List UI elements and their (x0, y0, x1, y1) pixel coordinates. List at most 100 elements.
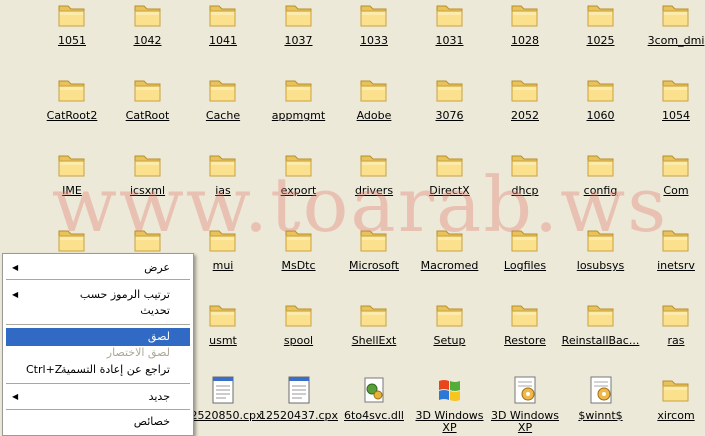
file-label: DirectX (429, 184, 470, 197)
folder-2052[interactable]: 2052 (489, 75, 561, 135)
folder-mui[interactable]: mui (187, 225, 259, 285)
folder-1025[interactable]: 1025 (565, 0, 637, 60)
folder-1033[interactable]: 1033 (338, 0, 410, 60)
folder-1041[interactable]: 1041 (187, 0, 259, 60)
folder-1054[interactable]: 1054 (640, 75, 705, 135)
folder-icon (585, 75, 617, 105)
file-3d-windows-xp[interactable]: 3D Windows XP (489, 375, 561, 435)
document-icon (283, 375, 315, 405)
folder-icon (207, 300, 239, 330)
folder-ime[interactable]: IME (36, 150, 108, 210)
folder-icon (358, 150, 390, 180)
folder-icon (283, 150, 315, 180)
winxp-icon (434, 375, 466, 405)
file-label: 6to4svc.dll (344, 409, 404, 422)
file-label: 1051 (58, 34, 86, 47)
menu-item-3[interactable]: تحديث (6, 302, 190, 320)
folder-1042[interactable]: 1042 (112, 0, 184, 60)
context-menu[interactable]: عرض ◀ ترتيب الرموز حسب ◀ تحديث لصق لصق الاختصا… (2, 253, 194, 436)
file-label: Macromed (420, 259, 479, 272)
folder-icon (660, 375, 692, 405)
menu-item-11[interactable]: خصائص (6, 413, 190, 431)
file-label: appmgmt (271, 109, 326, 122)
folder-icon (283, 225, 315, 255)
folder-com[interactable]: Com (640, 150, 705, 210)
file-3d-windows-xp[interactable]: 3D Windows XP (414, 375, 486, 435)
folder-restore[interactable]: Restore (489, 300, 561, 360)
folder-icon (509, 0, 541, 30)
menu-item-label: لصق الاختصار (106, 346, 170, 359)
file-label: Microsoft (348, 259, 400, 272)
folder-catroot2[interactable]: CatRoot2 (36, 75, 108, 135)
folder-export[interactable]: export (263, 150, 335, 210)
file-label: IME (62, 184, 82, 197)
folder-logfiles[interactable]: Logfiles (489, 225, 561, 285)
folder-ias[interactable]: ias (187, 150, 259, 210)
folder-1028[interactable]: 1028 (489, 0, 561, 60)
folder-icon (283, 75, 315, 105)
file-label: losubsys (576, 259, 625, 272)
folder-adobe[interactable]: Adobe (338, 75, 410, 135)
folder-msdtc[interactable]: MsDtc (263, 225, 335, 285)
menu-item-7[interactable]: تراجع عن إعادة التسمية Ctrl+Z (6, 361, 190, 379)
folder-dhcp[interactable]: dhcp (489, 150, 561, 210)
folder-directx[interactable]: DirectX (414, 150, 486, 210)
folder-icon (660, 225, 692, 255)
folder-1060[interactable]: 1060 (565, 75, 637, 135)
folder-icsxml[interactable]: icsxml (112, 150, 184, 210)
file-6to4svc-dll[interactable]: 6to4svc.dll (338, 375, 410, 435)
folder-3com-dmi[interactable]: 3com_dmi (640, 0, 705, 60)
folder-icon (509, 150, 541, 180)
folder-icon (132, 75, 164, 105)
folder-icon (56, 150, 88, 180)
menu-item-9[interactable]: جديد ◀ (6, 388, 190, 406)
folder-icon (283, 0, 315, 30)
file-label: 3076 (435, 109, 464, 122)
menu-separator (6, 279, 190, 280)
folder-catroot[interactable]: CatRoot (112, 75, 184, 135)
folder-losubsys[interactable]: losubsys (565, 225, 637, 285)
menu-item-label: جديد (148, 390, 170, 403)
folder-icon (585, 225, 617, 255)
file-label: Com (663, 184, 689, 197)
folder-config[interactable]: config (565, 150, 637, 210)
folder-icon (434, 225, 466, 255)
file-label: CatRoot2 (46, 109, 98, 122)
folder-reinstallbac[interactable]: ReinstallBac... (562, 300, 639, 360)
file-label: icsxml (129, 184, 166, 197)
file-label: Cache (205, 109, 241, 122)
folder-ras[interactable]: ras (640, 300, 705, 360)
submenu-arrow-icon: ◀ (12, 263, 19, 272)
folder-inetsrv[interactable]: inetsrv (640, 225, 705, 285)
folder-setup[interactable]: Setup (414, 300, 486, 360)
menu-separator (6, 409, 190, 410)
folder-macromed[interactable]: Macromed (414, 225, 486, 285)
folder-drivers[interactable]: drivers (338, 150, 410, 210)
file-12520850-cpx[interactable]: 12520850.cpx (183, 375, 263, 435)
file-label: dhcp (511, 184, 539, 197)
folder-cache[interactable]: Cache (187, 75, 259, 135)
folder-microsoft[interactable]: Microsoft (338, 225, 410, 285)
folder-icon (585, 150, 617, 180)
file-label: 1042 (133, 34, 162, 47)
folder-icon (509, 225, 541, 255)
folder-1051[interactable]: 1051 (36, 0, 108, 60)
folder-1037[interactable]: 1037 (263, 0, 335, 60)
folder-1031[interactable]: 1031 (414, 0, 486, 60)
folder-icon (585, 0, 617, 30)
menu-item-label: تراجع عن إعادة التسمية (60, 363, 170, 376)
menu-item-0[interactable]: عرض ◀ (6, 259, 190, 277)
file-label: drivers (354, 184, 394, 197)
folder-shellext[interactable]: ShellExt (338, 300, 410, 360)
file-label: Adobe (356, 109, 392, 122)
menu-item-label: ترتيب الرموز حسب (79, 288, 170, 301)
folder-appmgmt[interactable]: appmgmt (263, 75, 335, 135)
menu-shortcut: Ctrl+Z (26, 363, 63, 376)
folder-3076[interactable]: 3076 (414, 75, 486, 135)
folder-xircom[interactable]: xircom (640, 375, 705, 435)
file-winnt[interactable]: $winnt$ (565, 375, 637, 435)
file-12520437-cpx[interactable]: 12520437.cpx (259, 375, 338, 435)
file-label: Restore (504, 334, 546, 347)
folder-spool[interactable]: spool (263, 300, 335, 360)
folder-usmt[interactable]: usmt (187, 300, 259, 360)
